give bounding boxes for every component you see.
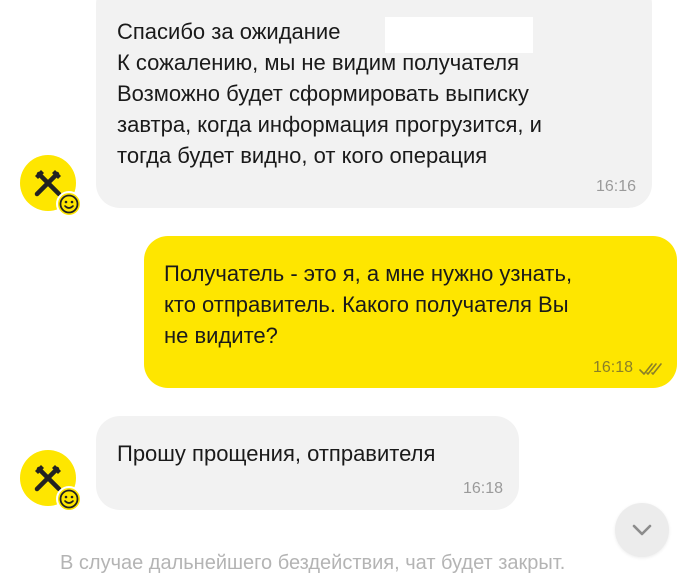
message-text-line: завтра, когда информация прогрузится, и: [117, 112, 542, 137]
smiley-icon: [56, 191, 82, 217]
double-check-icon: [639, 363, 662, 375]
message-text-line: Получатель - это я, а мне нужно узнать,: [164, 261, 573, 286]
message-bubble-outgoing[interactable]: Получатель - это я, а мне нужно узнать, …: [144, 236, 677, 388]
support-agent-avatar: [20, 155, 82, 217]
message-timestamp: 16:18: [462, 480, 503, 497]
message-text-line: К сожалению, мы не видим получателя: [117, 50, 520, 75]
message-text-line: Прошу прощения, отправителя: [117, 441, 436, 466]
message-text-line: Возможно будет сформировать выписку: [117, 81, 529, 106]
message-text-line: тогда будет видно, от кого операция: [117, 143, 488, 168]
message-text-line: не видите?: [164, 323, 278, 348]
message-bubble-incoming[interactable]: Прошу прощения, отправителя 16:18: [96, 416, 519, 510]
message-timestamp: 16:18: [592, 359, 633, 376]
chevron-down-icon: [632, 524, 652, 536]
message-text-line: кто отправитель. Какого получателя Вы: [164, 292, 569, 317]
redaction-block: [385, 17, 533, 53]
chat-closing-notice: В случае дальнейшего бездействия, чат бу…: [60, 552, 566, 574]
smiley-icon: [56, 486, 82, 512]
message-timestamp: 16:16: [595, 178, 636, 195]
message-bubble-incoming[interactable]: Спасибо за ожидание К сожалению, мы не в…: [96, 0, 652, 208]
support-agent-avatar: [20, 450, 82, 512]
message-text-line: Спасибо за ожидание: [117, 19, 341, 44]
scroll-to-bottom-button[interactable]: [615, 503, 669, 557]
